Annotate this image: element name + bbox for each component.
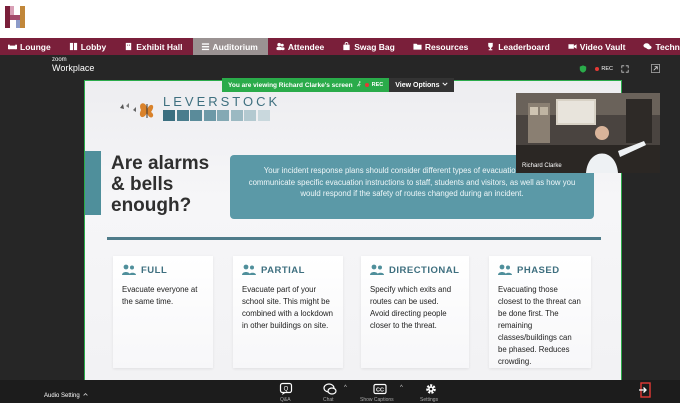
nav-label: Resources [424,41,469,52]
chat-caret-icon[interactable]: ^ [344,385,347,391]
card-body: Specify which exits and routes can be us… [370,285,452,330]
nav-item-lobby[interactable]: Lobby [61,38,117,55]
qa-icon[interactable]: Q [279,382,293,396]
fullscreen-icon[interactable] [651,60,660,78]
viewing-rec-label: REC [371,82,384,88]
card-full: FULL Evacuate everyone at the same time. [113,256,213,368]
main-nav: Lounge Lobby Exhibit Hall Auditorium Att… [0,38,680,55]
card-title: FULL [141,264,168,276]
chat-label: Chat [323,397,334,403]
card-title: PHASED [517,264,560,276]
qa-label: Q&A [280,397,291,403]
chevron-down-icon [442,81,449,89]
bag-icon [342,42,351,51]
recording-indicator[interactable]: REC [595,66,613,72]
nav-label: Video Vault [579,41,626,52]
meeting-toolbar: Audio Setting Q Q&A ^ Chat CC ^ Show Cap… [0,380,680,403]
nav-label: Leaderboard [498,41,550,52]
card-title: DIRECTIONAL [389,264,460,276]
video-icon [568,42,577,51]
leave-meeting-icon[interactable] [638,382,652,398]
record-dot-icon [364,83,369,87]
group-people-icon [122,264,136,275]
participant-name: Richard Clarke [522,163,562,169]
group-people-icon [498,264,512,275]
chat-icon [643,42,653,51]
webcam-feed-image [516,93,660,173]
captions-caret-icon[interactable]: ^ [400,385,403,391]
trophy-icon [486,42,495,51]
slide-headline: Are alarms & bells enough? [111,153,210,216]
screen-share-banner: You are viewing Richard Clarke's screen … [222,78,455,92]
nav-item-exhibit-hall[interactable]: Exhibit Hall [116,38,192,55]
building-icon [124,42,133,51]
view-options-button[interactable]: View Options [389,78,455,92]
site-logo-icon[interactable] [4,4,26,30]
chat-bubbles-icon[interactable] [323,382,337,396]
svg-text:Q: Q [284,387,289,393]
card-phased: PHASED Evacuating those closest to the t… [489,256,591,368]
card-partial: PARTIAL Evacuate part of your school sit… [233,256,343,368]
nav-item-technical[interactable]: Technical [635,38,680,55]
chevron-up-icon [83,392,88,399]
couch-icon [8,42,17,51]
audio-setting-button[interactable]: Audio Setting [44,392,88,399]
viewing-text: You are viewing Richard Clarke's screen [228,81,353,89]
zoom-meeting: zoom Workplace REC LEVERSTOCK Are alarms… [0,55,680,403]
folder-icon [413,42,422,51]
record-dot-icon [595,67,600,71]
card-directional: DIRECTIONAL Specify which exits and rout… [361,256,469,368]
group-people-icon [242,264,256,275]
card-body: Evacuate everyone at the same time. [122,285,198,306]
captions-icon[interactable]: CC [373,382,387,396]
captions-label: Show Captions [360,397,394,403]
brand-color-blocks [163,110,270,121]
nav-item-lounge[interactable]: Lounge [0,38,61,55]
nav-label: Technical [655,41,680,52]
participant-video[interactable]: Richard Clarke [516,93,660,173]
users-icon [276,42,285,51]
zoom-logo: zoom Workplace [52,57,95,73]
site-header [0,0,680,38]
svg-text:CC: CC [376,388,384,394]
nav-item-video-vault[interactable]: Video Vault [560,38,636,55]
nav-label: Auditorium [212,41,258,52]
nav-label: Exhibit Hall [136,41,183,52]
butterfly-logo-icon [117,98,157,122]
nav-label: Lounge [20,41,51,52]
headline-accent-bar [85,151,101,215]
gear-icon[interactable] [424,382,438,396]
group-people-icon [370,264,384,275]
settings-label: Settings [420,397,439,403]
card-body: Evacuating those closest to the threat c… [498,285,581,366]
card-title: PARTIAL [261,264,305,276]
nav-item-attendee[interactable]: Attendee [268,38,334,55]
nav-label: Swag Bag [354,41,395,52]
list-icon [201,42,210,51]
meeting-status-icons: REC [579,60,660,78]
book-icon [69,42,78,51]
expand-icon[interactable] [621,60,629,78]
shield-icon[interactable] [579,60,587,78]
slide-divider [107,237,601,240]
nav-label: Attendee [287,41,325,52]
card-body: Evacuate part of your school site. This … [242,285,334,330]
nav-item-resources[interactable]: Resources [405,38,478,55]
run-icon [356,81,362,89]
nav-item-swag-bag[interactable]: Swag Bag [334,38,405,55]
nav-label: Lobby [80,41,107,52]
brand-name: LEVERSTOCK [163,94,281,109]
nav-item-auditorium[interactable]: Auditorium [192,38,268,55]
nav-item-leaderboard[interactable]: Leaderboard [478,38,560,55]
